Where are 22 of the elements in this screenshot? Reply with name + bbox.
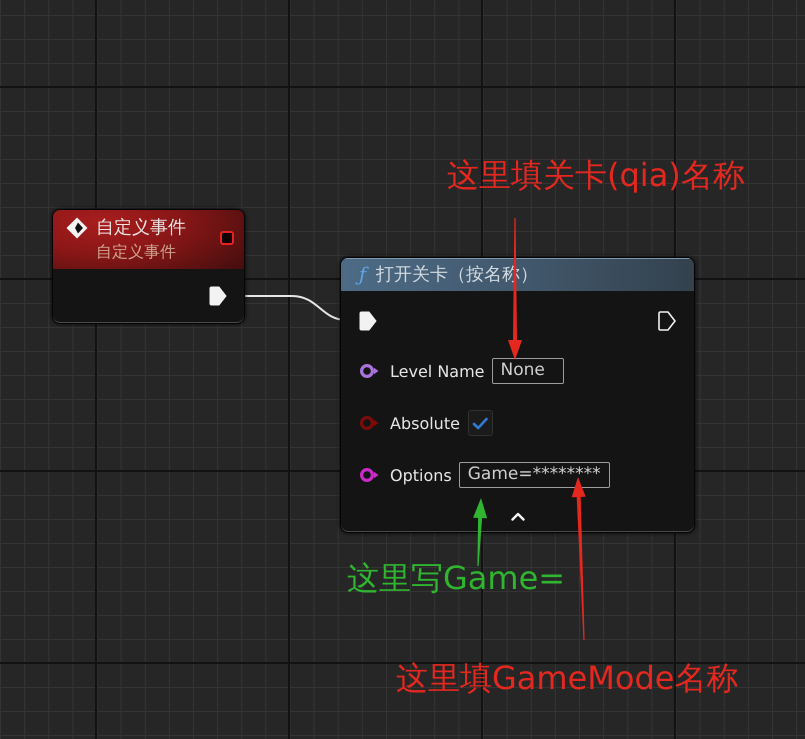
pin-label: Level Name <box>390 362 485 380</box>
pin-label: Options <box>390 466 452 484</box>
event-node[interactable]: 自定义事件 自定义事件 <box>52 209 245 324</box>
exec-pin-icon[interactable] <box>209 286 227 306</box>
annotation-arrow <box>473 498 488 566</box>
exec-pin-icon[interactable] <box>359 311 377 331</box>
checkmark-icon <box>472 416 488 430</box>
square-pin-icon[interactable] <box>220 231 234 245</box>
chevron-up-icon[interactable] <box>510 512 524 521</box>
checkbox[interactable] <box>468 410 493 436</box>
pin-ring-icon[interactable] <box>359 467 379 483</box>
text-input-field[interactable]: Game=******** <box>458 462 610 488</box>
pin-ring-icon[interactable] <box>359 363 379 379</box>
pin-label: Absolute <box>390 414 460 432</box>
text-input-field[interactable]: None <box>492 358 564 384</box>
annotation-note: 这里写Game= <box>347 559 566 597</box>
annotation-note: 这里填关卡(qia)名称 <box>447 156 745 194</box>
annotation-note: 这里填GameMode名称 <box>396 659 738 697</box>
exec-pin-icon[interactable] <box>658 311 676 331</box>
node-subtitle: 自定义事件 <box>96 241 177 263</box>
node-title: 自定义事件 <box>96 216 186 240</box>
diamond-icon <box>66 217 88 239</box>
